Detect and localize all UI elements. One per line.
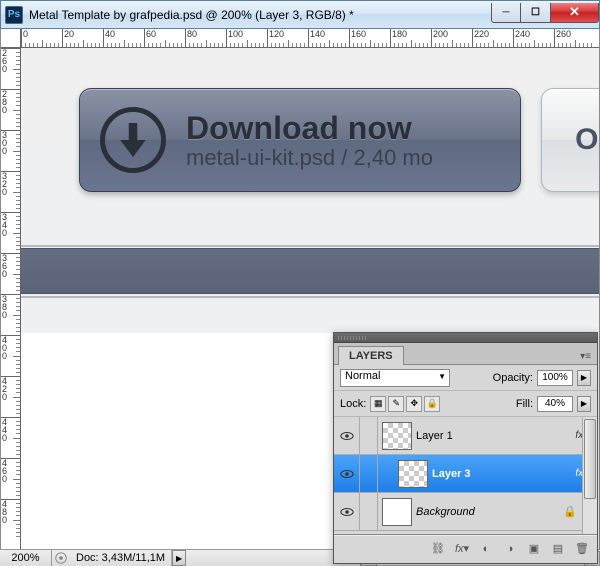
layer-name[interactable]: Background <box>416 506 475 518</box>
lock-fill-row: Lock: ▦ ✎ ✥ 🔒 Fill: 40% ▶ <box>334 391 597 417</box>
layer-thumbnail[interactable] <box>382 422 412 450</box>
layer-list: Layer 1fx ▾Layer 3fx ▾ Background 🔒 <box>334 417 597 535</box>
layer-scrollbar[interactable] <box>582 417 597 534</box>
blend-opacity-row: Normal Opacity: 100% ▶ <box>334 365 597 391</box>
fill-value[interactable]: 40% <box>537 396 573 412</box>
layers-panel[interactable]: LAYERS ▾≡ Normal Opacity: 100% ▶ Lock: ▦… <box>333 332 598 564</box>
download-title: Download now <box>186 110 433 147</box>
layer-row[interactable]: Layer 1fx ▾ <box>334 417 597 455</box>
new-layer-icon[interactable]: ▤ <box>547 540 569 558</box>
visibility-toggle[interactable] <box>334 417 360 454</box>
lock-pixels-icon[interactable]: ✎ <box>388 396 404 412</box>
divider <box>21 296 599 298</box>
divider <box>21 245 599 247</box>
window-title: Metal Template by grafpedia.psd @ 200% (… <box>29 8 491 22</box>
tab-layers[interactable]: LAYERS <box>338 346 404 365</box>
zoom-level[interactable]: 200% <box>0 550 52 566</box>
lock-label: Lock: <box>340 398 366 410</box>
download-now-button: Download now metal-ui-kit.psd / 2,40 mo <box>79 88 521 192</box>
layer-scroll-thumb[interactable] <box>584 419 596 499</box>
layer-group-icon[interactable]: ▣ <box>523 540 545 558</box>
lock-position-icon[interactable]: ✥ <box>406 396 422 412</box>
status-menu-arrow[interactable]: ▶ <box>172 550 186 566</box>
layer-row[interactable]: Background 🔒 <box>334 493 597 531</box>
link-column[interactable] <box>360 417 378 454</box>
adjustment-layer-icon[interactable]: ◑ <box>499 540 521 558</box>
lock-all-icon[interactable]: 🔒 <box>424 396 440 412</box>
link-layers-icon[interactable]: ⛓ <box>427 540 449 558</box>
doc-size[interactable]: Doc: 3,43M/11,1M <box>70 550 172 566</box>
panel-tabs: LAYERS ▾≡ <box>334 343 597 365</box>
horizontal-ruler[interactable]: 020406080100120140160180200220240260 <box>21 29 599 48</box>
layer-fx-icon[interactable]: fx▾ <box>451 540 473 558</box>
panel-menu-icon[interactable]: ▾≡ <box>578 349 593 364</box>
lock-icon: 🔒 <box>563 505 577 518</box>
layer-row[interactable]: Layer 3fx ▾ <box>334 455 597 493</box>
layer-thumbnail[interactable] <box>398 460 428 488</box>
layer-name[interactable]: Layer 1 <box>416 430 453 442</box>
panel-bottom-icons: ⛓ fx▾ ◐ ◑ ▣ ▤ 🗑 <box>334 535 597 561</box>
artboard-background: Download now metal-ui-kit.psd / 2,40 mo … <box>21 48 599 333</box>
fill-label: Fill: <box>516 398 533 410</box>
panel-grip-icon <box>338 336 368 340</box>
link-column[interactable] <box>360 455 378 492</box>
layer-mask-icon[interactable]: ◐ <box>475 540 497 558</box>
lock-transparency-icon[interactable]: ▦ <box>370 396 386 412</box>
opacity-label: Opacity: <box>493 372 533 384</box>
opacity-flyout-button[interactable]: ▶ <box>577 370 591 386</box>
visibility-toggle[interactable] <box>334 455 360 492</box>
layer-name[interactable]: Layer 3 <box>432 468 471 480</box>
download-arrow-icon <box>100 107 166 173</box>
download-subtitle: metal-ui-kit.psd / 2,40 mo <box>186 145 433 171</box>
minimize-button[interactable]: ─ <box>491 3 521 23</box>
link-column[interactable] <box>360 493 378 530</box>
secondary-button: OI <box>541 88 599 192</box>
panel-titlebar[interactable] <box>334 333 597 343</box>
window-titlebar: Ps Metal Template by grafpedia.psd @ 200… <box>0 0 600 29</box>
close-button[interactable]: ✕ <box>551 3 599 23</box>
maximize-button[interactable]: ☐ <box>521 3 551 23</box>
layer-thumbnail[interactable] <box>382 498 412 526</box>
ruler-origin[interactable] <box>1 29 21 48</box>
vertical-ruler[interactable]: 260280300320340360380400420440460480 <box>1 48 21 549</box>
fill-flyout-button[interactable]: ▶ <box>577 396 591 412</box>
delete-layer-icon[interactable]: 🗑 <box>571 540 593 558</box>
dark-bar <box>21 248 599 294</box>
visibility-toggle[interactable] <box>334 493 360 530</box>
status-icon[interactable] <box>54 551 68 565</box>
blend-mode-select[interactable]: Normal <box>340 369 450 387</box>
opacity-value[interactable]: 100% <box>537 370 573 386</box>
photoshop-app-icon: Ps <box>5 6 23 24</box>
